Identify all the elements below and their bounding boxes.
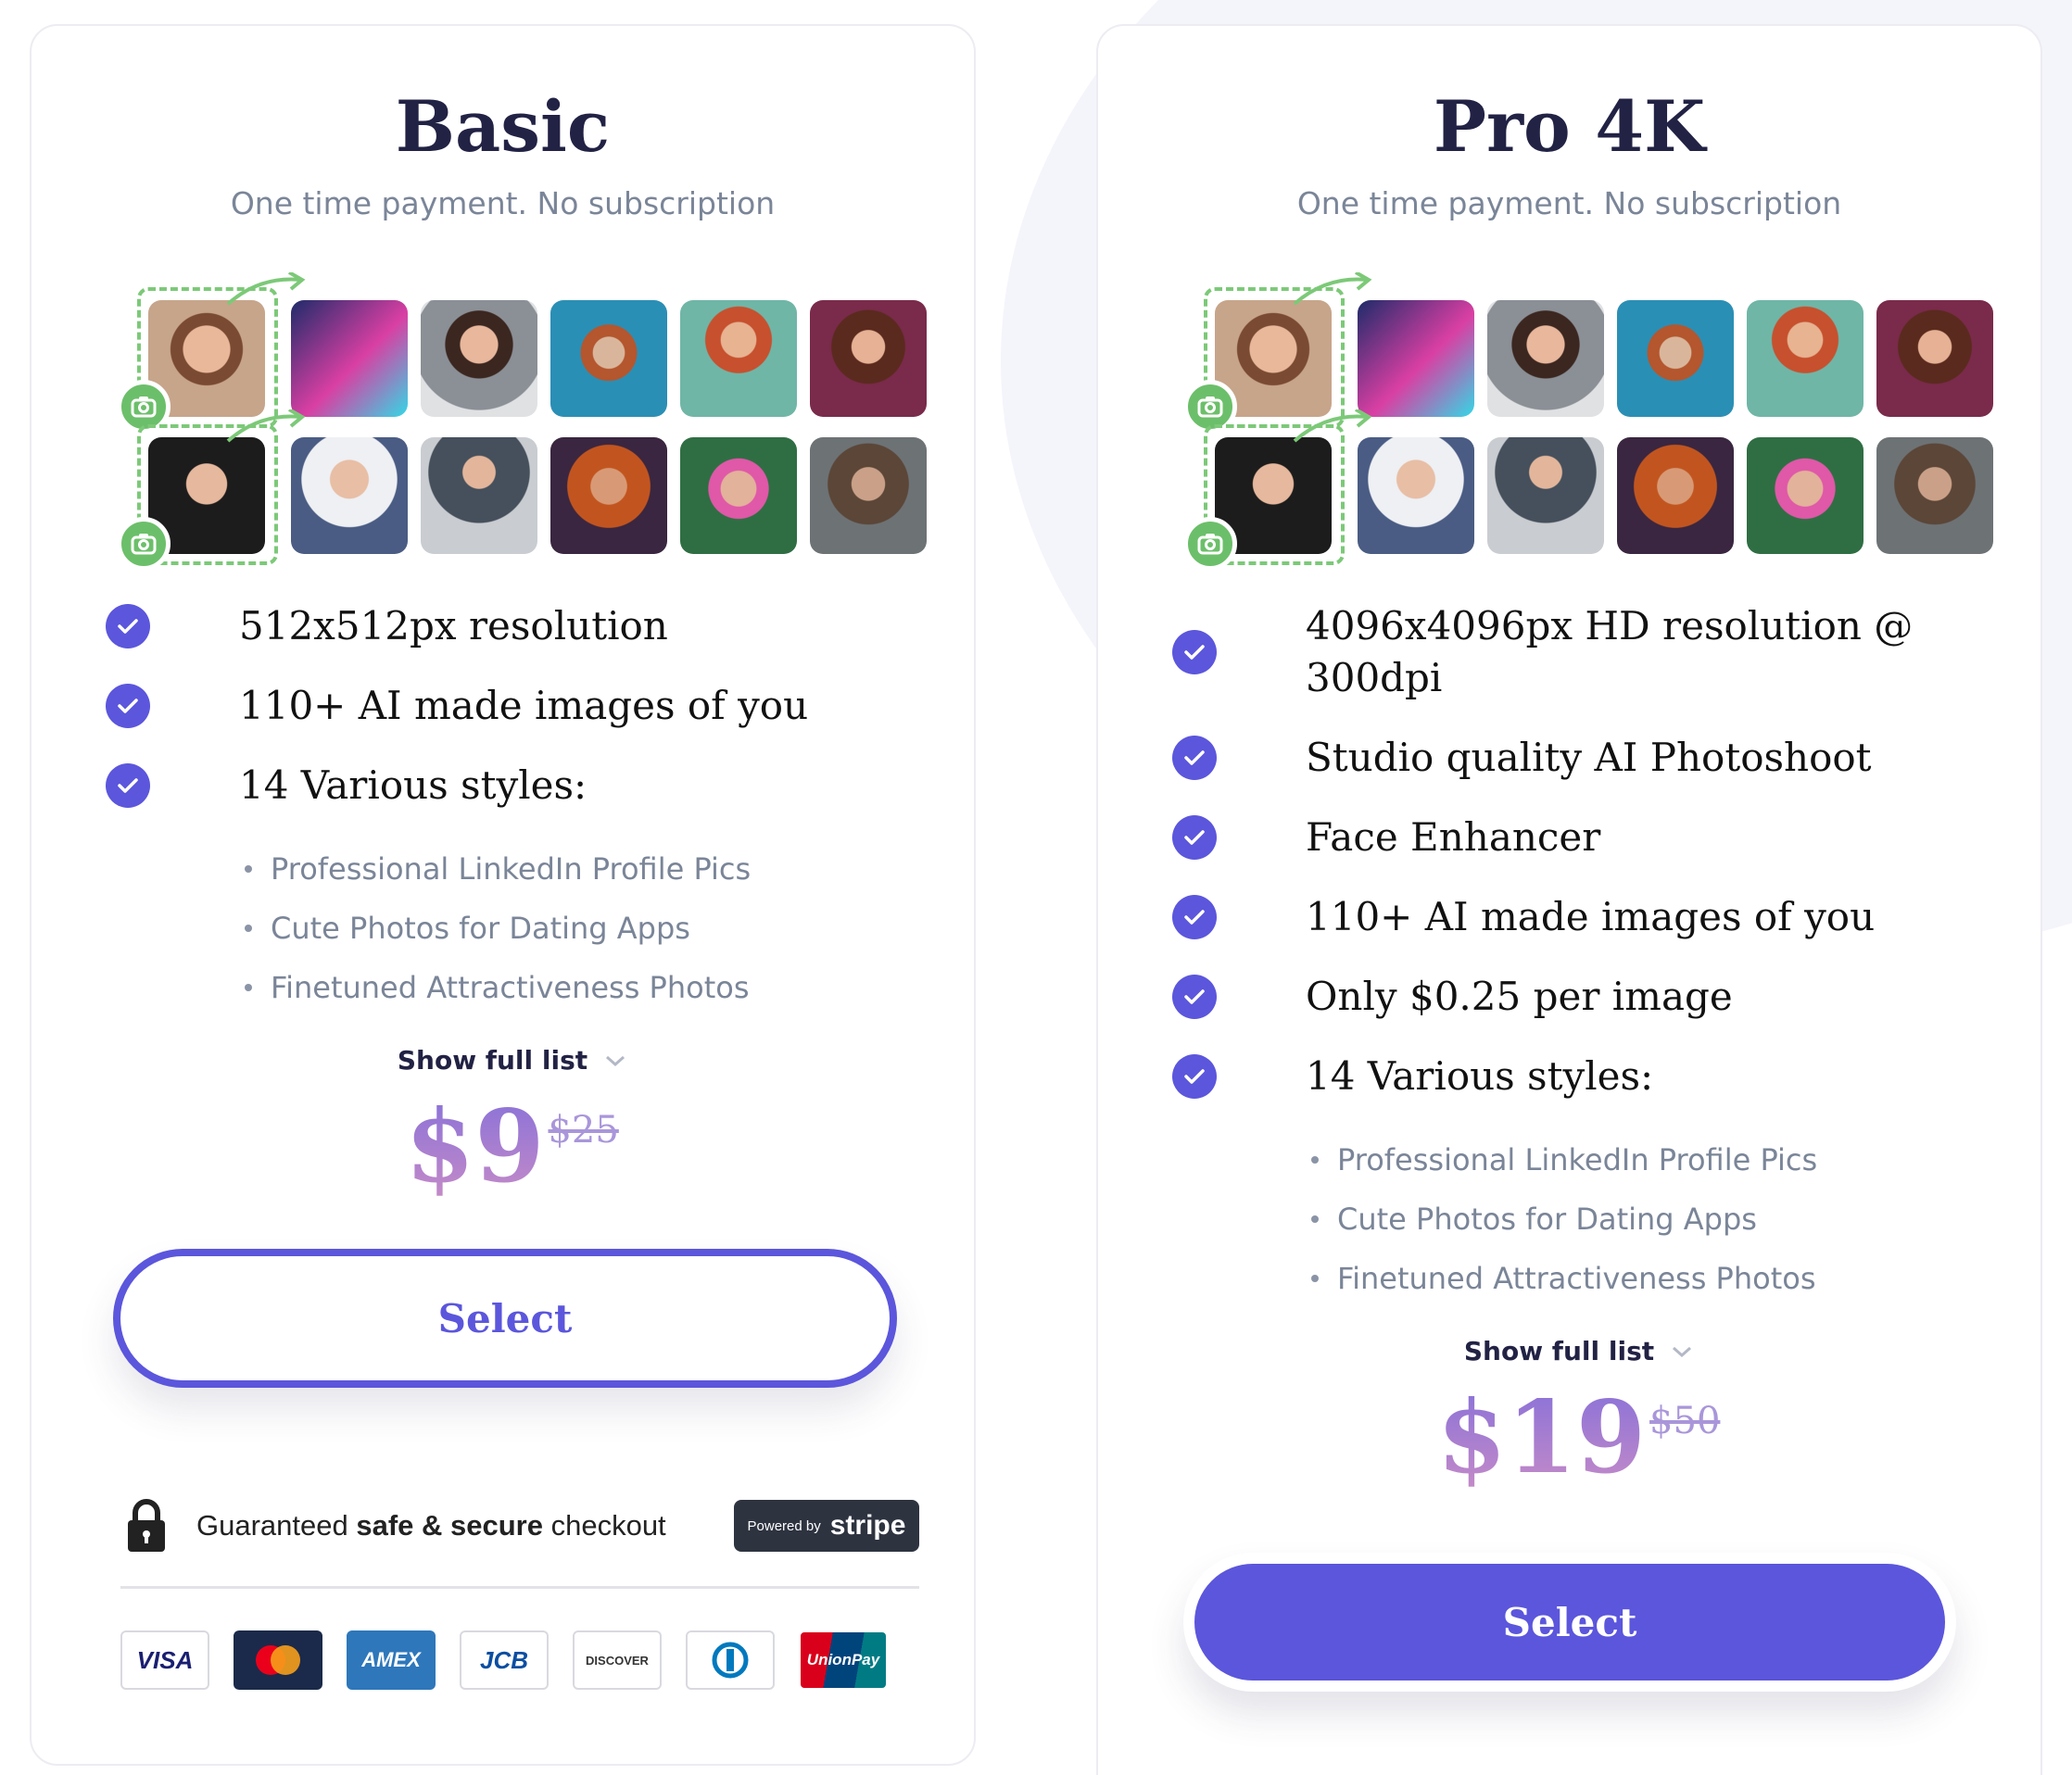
- neon-cyber-woman: [1358, 300, 1474, 417]
- feature-list: 512x512px resolution 110+ AI made images…: [106, 600, 918, 1198]
- feature-text: 110+ AI made images of you: [239, 683, 809, 728]
- old-price: $25: [548, 1109, 619, 1152]
- warrior-princess-woman: [810, 300, 927, 417]
- feature-text: 110+ AI made images of you: [1306, 894, 1876, 939]
- amex-logo: AMEX: [347, 1630, 436, 1690]
- check-icon: [1172, 975, 1217, 1019]
- feature-item: Only $0.25 per image: [1172, 971, 1985, 1023]
- example-image-grid: [117, 272, 934, 571]
- cosmic-hooded-man: [1617, 437, 1734, 554]
- plan-subtitle: One time payment. No subscription: [230, 185, 776, 221]
- plan-title: Pro 4K: [1433, 85, 1706, 168]
- style-bullet-list: Professional LinkedIn Profile Pics Cute …: [1311, 1130, 1985, 1308]
- check-icon: [1172, 895, 1217, 939]
- image-row-women: [1183, 272, 2001, 434]
- feature-item: Face Enhancer: [1172, 812, 1985, 863]
- business-woman-portrait: [1487, 300, 1604, 417]
- warrior-princess-woman: [1876, 300, 1993, 417]
- feature-text: 4096x4096px HD resolution @ 300dpi: [1306, 603, 1914, 700]
- show-full-list-label: Show full list: [1463, 1336, 1655, 1366]
- check-icon: [106, 684, 150, 728]
- feature-item: 4096x4096px HD resolution @ 300dpi: [1172, 600, 1985, 704]
- fantasy-redhead-woman: [1747, 300, 1864, 417]
- feature-item: 14 Various styles:: [106, 760, 918, 812]
- style-bullet: Finetuned Attractiveness Photos: [1311, 1249, 1985, 1308]
- chevron-down-icon: [1673, 1346, 1692, 1357]
- price: $9: [405, 1089, 545, 1205]
- show-full-list-toggle[interactable]: Show full list: [106, 1045, 918, 1076]
- example-image-grid: [1183, 272, 2001, 571]
- plan-subtitle: One time payment. No subscription: [1296, 185, 1842, 221]
- diners-club-logo: [686, 1630, 775, 1690]
- feature-text: 512x512px resolution: [239, 603, 668, 648]
- business-woman-portrait: [421, 300, 537, 417]
- check-icon: [1172, 1054, 1217, 1099]
- visa-logo: VISA: [120, 1630, 209, 1690]
- secure-checkout-text: Guaranteed safe & secure checkout: [196, 1509, 666, 1542]
- feature-item: 110+ AI made images of you: [1172, 891, 1985, 943]
- unionpay-logo: UnionPay: [799, 1630, 888, 1690]
- style-bullet: Professional LinkedIn Profile Pics: [245, 839, 918, 899]
- check-icon: [106, 604, 150, 648]
- check-icon: [1172, 815, 1217, 860]
- secure-checkout-row: Guaranteed safe & secure checkout Powere…: [124, 1493, 919, 1558]
- viking-man: [1876, 437, 1993, 554]
- feature-list: 4096x4096px HD resolution @ 300dpi Studi…: [1172, 600, 1985, 1489]
- powered-by-stripe-badge: Powered by stripe: [734, 1500, 919, 1552]
- feature-item: Studio quality AI Photoshoot: [1172, 732, 1985, 784]
- underwater-woman: [1617, 300, 1734, 417]
- feature-text: 14 Various styles:: [1306, 1053, 1654, 1099]
- neon-cyber-woman: [291, 300, 408, 417]
- price: $19: [1436, 1379, 1647, 1496]
- feature-item: 14 Various styles:: [1172, 1051, 1985, 1102]
- discover-logo: DISCOVER: [573, 1630, 662, 1690]
- divider: [120, 1586, 919, 1589]
- select-pro-button[interactable]: Select: [1183, 1553, 1956, 1692]
- feature-text: Only $0.25 per image: [1306, 974, 1733, 1019]
- style-bullet: Cute Photos for Dating Apps: [1311, 1190, 1985, 1249]
- astronaut-man: [1358, 437, 1474, 554]
- feature-text: Studio quality AI Photoshoot: [1306, 735, 1872, 780]
- check-icon: [1172, 630, 1217, 674]
- punk-mohawk-man: [1747, 437, 1864, 554]
- lock-icon: [128, 1499, 165, 1552]
- check-icon: [106, 763, 150, 808]
- plan-title: Basic: [395, 85, 611, 168]
- astronaut-man: [291, 437, 408, 554]
- price-block: $19 $50: [1172, 1387, 1985, 1489]
- style-bullet: Finetuned Attractiveness Photos: [245, 958, 918, 1017]
- business-man-portrait: [1487, 437, 1604, 554]
- feature-item: 110+ AI made images of you: [106, 680, 918, 732]
- basic-plan-card: Basic One time payment. No subscription: [30, 24, 976, 1766]
- underwater-woman: [550, 300, 667, 417]
- style-bullet: Cute Photos for Dating Apps: [245, 899, 918, 958]
- viking-man: [810, 437, 927, 554]
- punk-mohawk-man: [680, 437, 797, 554]
- show-full-list-label: Show full list: [397, 1045, 588, 1076]
- select-basic-button[interactable]: Select: [113, 1249, 897, 1388]
- payment-card-logos: VISA AMEX JCB DISCOVER UnionPay: [120, 1630, 888, 1690]
- feature-item: 512x512px resolution: [106, 600, 918, 652]
- check-icon: [1172, 736, 1217, 780]
- feature-text: 14 Various styles:: [239, 762, 587, 808]
- camera-icon: [117, 517, 171, 571]
- image-row-men: [117, 409, 934, 571]
- price-block: $9 $25: [106, 1096, 918, 1198]
- image-row-men: [1183, 409, 2001, 571]
- jcb-logo: JCB: [460, 1630, 549, 1690]
- fantasy-redhead-woman: [680, 300, 797, 417]
- business-man-portrait: [421, 437, 537, 554]
- chevron-down-icon: [606, 1055, 625, 1066]
- cosmic-hooded-man: [550, 437, 667, 554]
- image-row-women: [117, 272, 934, 434]
- style-bullet-list: Professional LinkedIn Profile Pics Cute …: [245, 839, 918, 1017]
- mastercard-logo: [234, 1630, 322, 1690]
- style-bullet: Professional LinkedIn Profile Pics: [1311, 1130, 1985, 1190]
- feature-text: Face Enhancer: [1306, 814, 1601, 860]
- camera-icon: [1183, 517, 1237, 571]
- pro-plan-card: Pro 4K One time payment. No subscription: [1096, 24, 2042, 1775]
- show-full-list-toggle[interactable]: Show full list: [1172, 1336, 1985, 1366]
- pricing-page: Basic One time payment. No subscription: [0, 0, 2072, 1775]
- old-price: $50: [1649, 1400, 1721, 1442]
